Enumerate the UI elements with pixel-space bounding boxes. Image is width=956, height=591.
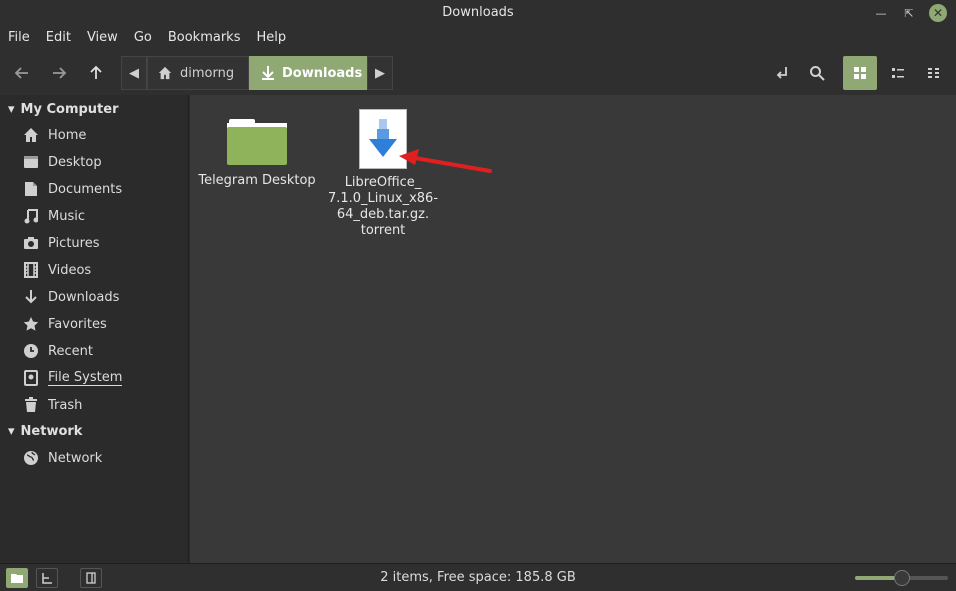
breadcrumb-current[interactable]: Downloads [249, 56, 367, 90]
zoom-knob[interactable] [894, 570, 910, 586]
music-icon [22, 207, 40, 225]
menu-edit[interactable]: Edit [46, 27, 71, 51]
document-icon [22, 180, 40, 198]
sidebar-item-home[interactable]: Home [22, 123, 86, 147]
home-icon [158, 66, 172, 80]
breadcrumb-home[interactable]: dimorng [147, 56, 249, 90]
minimize-icon[interactable]: — [872, 4, 890, 22]
folder-icon [227, 119, 287, 165]
menu-bar: File Edit View Go Bookmarks Help [0, 27, 956, 51]
sidebar-item-recent[interactable]: Recent [22, 339, 93, 363]
file-name-line: torrent [360, 223, 406, 238]
sidebar-item-trash[interactable]: Trash [22, 393, 82, 417]
file-view: Telegram Desktop LibreOffice_ 7.1.0_Linu… [190, 95, 956, 563]
sidebar-item-label: Desktop [48, 154, 102, 170]
drive-icon [22, 369, 40, 387]
list-view-button[interactable] [881, 56, 915, 90]
sidebar-item-desktop[interactable]: Desktop [22, 150, 102, 174]
title-bar: Downloads — ⇱ ✕ [0, 0, 956, 27]
globe-icon [22, 449, 40, 467]
sidebar-item-label: Home [48, 127, 87, 143]
sidebar-item-label: Videos [48, 262, 92, 278]
breadcrumb-home-label: dimorng [180, 65, 235, 81]
menu-view[interactable]: View [87, 27, 118, 51]
menu-bookmarks[interactable]: Bookmarks [168, 27, 241, 51]
sidebar-section-network[interactable]: ▾ Network [8, 420, 82, 442]
collapse-triangle-icon: ▾ [8, 423, 15, 439]
sidebar-item-file-system[interactable]: File System [22, 366, 123, 390]
up-icon[interactable] [82, 59, 110, 87]
breadcrumb-right-arrow-icon[interactable]: ▶ [367, 56, 393, 90]
download-icon [22, 288, 40, 306]
sidebar-item-network[interactable]: Network [22, 446, 102, 470]
breadcrumb-current-label: Downloads [282, 65, 363, 81]
list-icon [892, 68, 904, 78]
sidebar-item-label: Favorites [48, 316, 107, 332]
sidebar-item-downloads[interactable]: Downloads [22, 285, 119, 309]
maximize-icon[interactable]: ⇱ [900, 4, 918, 22]
trash-icon [22, 396, 40, 414]
sidebar-section-my-computer[interactable]: ▾ My Computer [8, 98, 119, 120]
sidebar-item-label: Documents [48, 181, 123, 197]
sidebar-item-pictures[interactable]: Pictures [22, 231, 99, 255]
window-title: Downloads [442, 5, 514, 20]
sidebar-item-label: Recent [48, 343, 93, 359]
file-name: Telegram Desktop [198, 173, 316, 188]
compact-icon [928, 68, 939, 78]
file-name-line: 64_deb.tar.gz. [336, 207, 430, 222]
search-icon[interactable] [803, 59, 831, 87]
red-arrow-annotation [399, 149, 492, 173]
forward-icon[interactable] [45, 59, 73, 87]
file-name-line: 7.1.0_Linux_x86- [327, 191, 439, 206]
zoom-slider[interactable] [855, 570, 948, 586]
sidebar-item-favorites[interactable]: Favorites [22, 312, 107, 336]
sidebar-section-label: Network [20, 423, 83, 439]
status-text: 2 items, Free space: 185.8 GB [380, 570, 576, 585]
camera-icon [22, 234, 40, 252]
sidebar-item-videos[interactable]: Videos [22, 258, 91, 282]
sidebar-item-label: Downloads [48, 289, 120, 305]
compact-view-button[interactable] [917, 56, 951, 90]
sidebar-item-label: Music [48, 208, 85, 224]
home-icon [22, 126, 40, 144]
back-icon[interactable] [8, 59, 36, 87]
sidebar-item-label: Trash [48, 397, 83, 413]
status-bar: 2 items, Free space: 185.8 GB [0, 563, 956, 591]
breadcrumb: ◀ dimorng Downloads ▶ [121, 56, 393, 90]
sidebar-item-documents[interactable]: Documents [22, 177, 122, 201]
file-item-telegram-desktop[interactable]: Telegram Desktop [198, 115, 316, 189]
sidebar-item-label: Network [48, 450, 103, 466]
icon-view-button[interactable] [843, 56, 877, 90]
sidebar-item-music[interactable]: Music [22, 204, 85, 228]
menu-go[interactable]: Go [134, 27, 152, 51]
sidebar-item-label: Pictures [48, 235, 100, 251]
sidebar-section-label: My Computer [20, 101, 119, 117]
star-icon [22, 315, 40, 333]
clock-icon [22, 342, 40, 360]
menu-help[interactable]: Help [256, 27, 286, 51]
breadcrumb-left-arrow-icon[interactable]: ◀ [121, 56, 147, 90]
toggle-location-icon[interactable] [768, 59, 796, 87]
sidebar-item-label: File System [48, 370, 123, 386]
collapse-triangle-icon: ▾ [8, 101, 15, 117]
close-icon[interactable]: ✕ [929, 4, 947, 22]
film-icon [22, 261, 40, 279]
grid-icon [854, 67, 866, 79]
menu-file[interactable]: File [8, 27, 30, 51]
desktop-icon [22, 153, 40, 171]
sidebar: ▾ My Computer Home Desktop Documents Mus… [0, 95, 189, 563]
download-icon [262, 66, 274, 80]
